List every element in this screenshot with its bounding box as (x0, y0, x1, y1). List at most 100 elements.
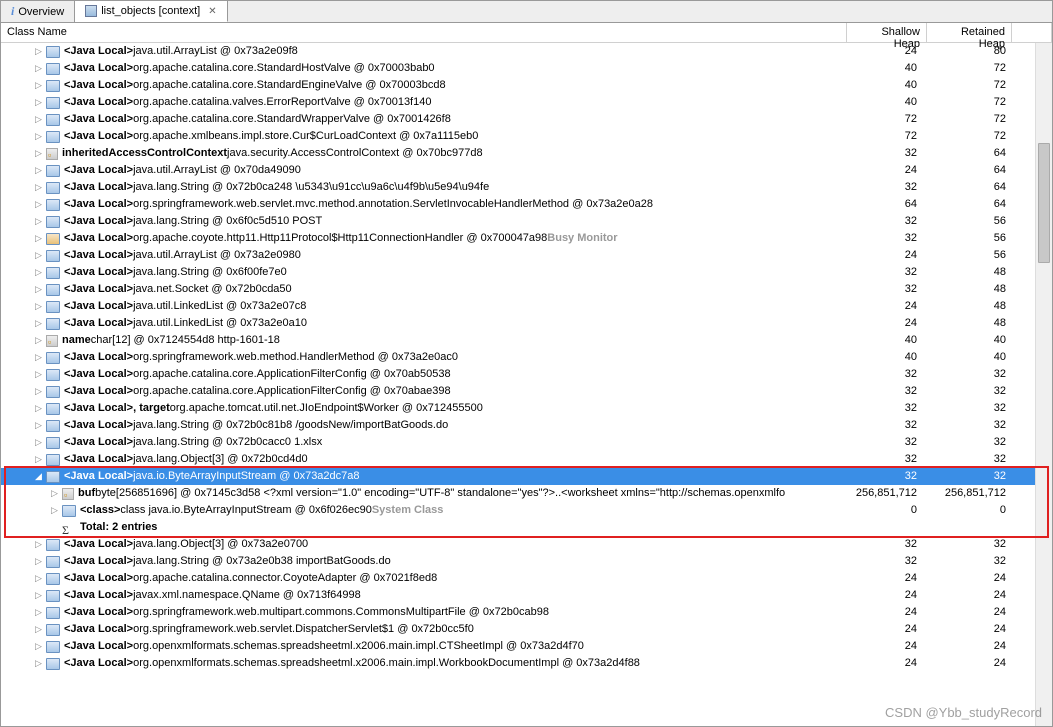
expand-icon[interactable] (33, 318, 44, 329)
row-text: org.springframework.web.servlet.mvc.meth… (133, 196, 653, 213)
expand-icon[interactable] (33, 454, 44, 465)
expand-icon[interactable] (33, 182, 44, 193)
table-row[interactable]: <Java Local> java.io.ByteArrayInputStrea… (1, 468, 1052, 485)
table-row[interactable]: <Java Local> org.apache.catalina.valves.… (1, 94, 1052, 111)
shallow-heap-cell: 32 (847, 451, 927, 468)
expand-icon[interactable] (33, 301, 44, 312)
header-shallow-heap[interactable]: Shallow Heap (847, 23, 927, 42)
row-name-cell: <class> class java.io.ByteArrayInputStre… (1, 502, 847, 519)
expand-icon[interactable] (33, 556, 44, 567)
table-row[interactable]: <Java Local> org.apache.catalina.core.Ap… (1, 383, 1052, 400)
row-name-cell: <Java Local> org.springframework.web.met… (1, 349, 847, 366)
expand-icon[interactable] (33, 420, 44, 431)
table-row[interactable]: name char[12] @ 0x7124554d8 http-1601-18… (1, 332, 1052, 349)
table-row[interactable]: <Java Local> java.net.Socket @ 0x72b0cda… (1, 281, 1052, 298)
table-row[interactable]: <Java Local> org.springframework.web.mul… (1, 604, 1052, 621)
table-row[interactable]: ΣTotal: 2 entries (1, 519, 1052, 536)
expand-icon[interactable] (33, 63, 44, 74)
table-row[interactable]: <Java Local> java.util.ArrayList @ 0x73a… (1, 247, 1052, 264)
table-row[interactable]: inheritedAccessControlContext java.secur… (1, 145, 1052, 162)
expand-icon[interactable] (33, 539, 44, 550)
expand-icon[interactable] (33, 80, 44, 91)
table-row[interactable]: <Java Local> org.springframework.web.met… (1, 349, 1052, 366)
table-row[interactable]: <Java Local> java.lang.Object[3] @ 0x72b… (1, 451, 1052, 468)
expand-icon[interactable] (33, 46, 44, 57)
table-row[interactable]: <class> class java.io.ByteArrayInputStre… (1, 502, 1052, 519)
expand-icon[interactable] (33, 624, 44, 635)
shallow-heap-cell: 32 (847, 366, 927, 383)
table-row[interactable]: <Java Local> org.apache.catalina.core.St… (1, 111, 1052, 128)
expand-icon[interactable] (49, 488, 60, 499)
row-name-cell: <Java Local> org.springframework.web.ser… (1, 621, 847, 638)
expand-icon[interactable] (33, 641, 44, 652)
table-row[interactable]: <Java Local> org.apache.catalina.connect… (1, 570, 1052, 587)
expand-icon[interactable] (33, 590, 44, 601)
shallow-heap-cell: 24 (847, 298, 927, 315)
expand-icon[interactable] (33, 114, 44, 125)
table-row[interactable]: <Java Local> java.util.LinkedList @ 0x73… (1, 315, 1052, 332)
table-row[interactable]: <Java Local> org.apache.xmlbeans.impl.st… (1, 128, 1052, 145)
retained-heap-cell: 32 (927, 553, 1012, 570)
table-row[interactable]: buf byte[256851696] @ 0x7145c3d58 <?xml … (1, 485, 1052, 502)
table-row[interactable]: <Java Local> java.lang.String @ 0x72b0c8… (1, 417, 1052, 434)
expand-icon[interactable] (33, 403, 44, 414)
table-row[interactable]: <Java Local> org.springframework.web.ser… (1, 196, 1052, 213)
table-row[interactable]: <Java Local> java.lang.String @ 0x6f00fe… (1, 264, 1052, 281)
retained-heap-cell: 256,851,712 (927, 485, 1012, 502)
expand-icon[interactable] (33, 250, 44, 261)
table-row[interactable]: <Java Local> org.apache.catalina.core.Ap… (1, 366, 1052, 383)
expand-icon[interactable] (33, 352, 44, 363)
table-row[interactable]: <Java Local> java.util.ArrayList @ 0x70d… (1, 162, 1052, 179)
table-row[interactable]: <Java Local> java.lang.String @ 0x72b0ca… (1, 179, 1052, 196)
table-row[interactable]: <Java Local>, target org.apache.tomcat.u… (1, 400, 1052, 417)
header-class-name[interactable]: Class Name (1, 23, 847, 42)
expand-icon[interactable] (49, 505, 60, 516)
expand-icon[interactable] (33, 233, 44, 244)
table-row[interactable]: <Java Local> javax.xml.namespace.QName @… (1, 587, 1052, 604)
expand-icon[interactable] (33, 335, 44, 346)
expand-icon[interactable] (33, 216, 44, 227)
table-row[interactable]: <Java Local> java.util.LinkedList @ 0x73… (1, 298, 1052, 315)
shallow-heap-cell: 24 (847, 247, 927, 264)
table-row[interactable]: <Java Local> org.apache.catalina.core.St… (1, 60, 1052, 77)
row-prefix: <Java Local> (64, 383, 133, 400)
retained-heap-cell: 0 (927, 502, 1012, 519)
expand-icon[interactable] (33, 573, 44, 584)
expand-icon[interactable] (33, 369, 44, 380)
table-row[interactable]: <Java Local> java.lang.String @ 0x72b0ca… (1, 434, 1052, 451)
table-row[interactable]: <Java Local> org.openxmlformats.schemas.… (1, 638, 1052, 655)
expand-icon[interactable] (33, 199, 44, 210)
vertical-scrollbar[interactable] (1035, 43, 1052, 726)
table-row[interactable]: <Java Local> org.apache.coyote.http11.Ht… (1, 230, 1052, 247)
retained-heap-cell: 56 (927, 247, 1012, 264)
expand-icon[interactable] (33, 386, 44, 397)
table-row[interactable]: <Java Local> org.springframework.web.ser… (1, 621, 1052, 638)
expand-icon[interactable] (33, 658, 44, 669)
scrollbar-thumb[interactable] (1038, 143, 1050, 263)
table-row[interactable]: <Java Local> org.apache.catalina.core.St… (1, 77, 1052, 94)
table-row[interactable]: <Java Local> org.openxmlformats.schemas.… (1, 655, 1052, 672)
expand-icon[interactable] (33, 284, 44, 295)
header-retained-heap[interactable]: Retained Heap (927, 23, 1012, 42)
shallow-heap-cell: 32 (847, 179, 927, 196)
row-name-cell: <Java Local> org.springframework.web.ser… (1, 196, 847, 213)
expand-icon[interactable] (33, 131, 44, 142)
retained-heap-cell: 48 (927, 264, 1012, 281)
expand-icon[interactable] (33, 267, 44, 278)
close-icon[interactable]: ✕ (208, 6, 216, 17)
class-icon (46, 114, 60, 126)
tab-list-objects[interactable]: list_objects [context] ✕ (75, 1, 227, 22)
expand-icon[interactable] (33, 97, 44, 108)
table-row[interactable]: <Java Local> java.lang.String @ 0x6f0c5d… (1, 213, 1052, 230)
row-text: java.lang.Object[3] @ 0x73a2e0700 (133, 536, 308, 553)
table-row[interactable]: <Java Local> java.lang.Object[3] @ 0x73a… (1, 536, 1052, 553)
expand-icon[interactable] (33, 165, 44, 176)
class-icon (46, 437, 60, 449)
expand-icon[interactable] (33, 607, 44, 618)
table-row[interactable]: <Java Local> java.util.ArrayList @ 0x73a… (1, 43, 1052, 60)
expand-icon[interactable] (33, 437, 44, 448)
table-row[interactable]: <Java Local> java.lang.String @ 0x73a2e0… (1, 553, 1052, 570)
expand-icon[interactable] (33, 148, 44, 159)
collapse-icon[interactable] (33, 471, 44, 482)
tab-overview[interactable]: i Overview (1, 1, 75, 22)
